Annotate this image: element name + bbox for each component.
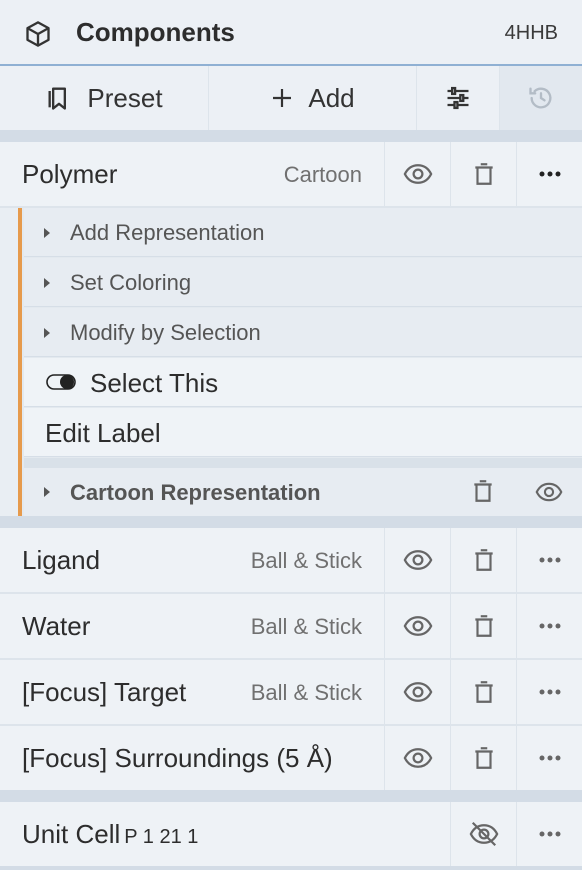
more-icon [539, 689, 560, 695]
sliders-icon [447, 86, 469, 110]
add-button[interactable]: Add [209, 66, 417, 130]
more-icon [539, 171, 560, 177]
eye-icon[interactable] [532, 478, 566, 506]
history-icon [529, 87, 552, 109]
component-representation: Cartoon [283, 162, 362, 187]
more-options-button[interactable] [516, 802, 582, 866]
components-panel: Components 4HHB Preset Add Polymer Carto… [0, 0, 582, 870]
unit-cell-label: Unit Cell [22, 819, 121, 849]
plus-icon [273, 89, 292, 107]
trash-icon [474, 549, 493, 571]
section-gap [0, 130, 582, 142]
set-coloring-item[interactable]: Set Coloring [24, 258, 582, 307]
component-row-unit-cell[interactable]: Unit Cell P 1 21 1 [0, 802, 582, 866]
submenu-label: Add Representation [70, 220, 265, 245]
more-options-button[interactable] [516, 142, 582, 206]
components-toolbar: Preset Add [0, 66, 582, 130]
more-icon [539, 623, 560, 629]
eye-icon [403, 550, 432, 570]
component-row-ligand[interactable]: Ligand Ball & Stick [0, 528, 582, 592]
components-header[interactable]: Components 4HHB [0, 0, 582, 66]
representation-label: Cartoon Representation [70, 480, 321, 505]
panel-bottom-edge [0, 866, 582, 870]
add-representation-item[interactable]: Add Representation [24, 208, 582, 257]
trash-icon [474, 163, 493, 185]
modify-by-selection-item[interactable]: Modify by Selection [24, 308, 582, 357]
toggle-icon [46, 374, 76, 390]
more-icon [539, 831, 560, 837]
visibility-toggle-button[interactable] [384, 726, 450, 790]
caret-right-icon [44, 278, 50, 288]
space-group: P 1 21 1 [124, 826, 199, 848]
more-options-button[interactable] [516, 660, 582, 724]
delete-button[interactable] [450, 726, 516, 790]
component-representation: Ball & Stick [250, 548, 362, 573]
eye-icon [403, 164, 432, 184]
select-this-label: Select This [90, 368, 219, 398]
delete-button[interactable] [450, 528, 516, 592]
component-name: [Focus] Surroundings (5 Å) [22, 743, 333, 773]
visibility-toggle-button[interactable] [384, 660, 450, 724]
section-gap [0, 790, 582, 802]
section-gap [0, 516, 582, 528]
more-icon [539, 755, 560, 761]
more-options-button[interactable] [516, 726, 582, 790]
preset-button[interactable]: Preset [0, 66, 209, 130]
cube-icon [26, 21, 50, 47]
caret-right-icon [44, 328, 50, 338]
history-button[interactable] [500, 66, 582, 130]
eye-icon [403, 616, 432, 636]
caret-right-icon [44, 228, 50, 238]
select-this-button[interactable]: Select This [24, 358, 582, 407]
expanded-accent-bar [18, 208, 22, 516]
options-button[interactable] [417, 66, 500, 130]
eye-icon [403, 748, 432, 768]
caret-right-icon [44, 487, 50, 497]
delete-button[interactable] [450, 660, 516, 724]
trash-icon [474, 615, 493, 637]
component-row-polymer[interactable]: Polymer Cartoon [0, 142, 582, 206]
component-name: Water [22, 611, 91, 641]
add-label: Add [308, 82, 355, 113]
eye-icon [403, 682, 432, 702]
component-row-focus-target[interactable]: [Focus] Target Ball & Stick [0, 660, 582, 724]
component-representation: Ball & Stick [250, 614, 362, 639]
edit-label-button[interactable]: Edit Label [24, 408, 582, 457]
eye-off-icon [469, 821, 498, 847]
cartoon-representation-item[interactable]: Cartoon Representation [24, 468, 582, 516]
delete-button[interactable] [450, 142, 516, 206]
more-options-button[interactable] [516, 528, 582, 592]
representation-gap [24, 458, 582, 468]
structure-id: 4HHB [504, 22, 558, 44]
preset-label: Preset [87, 82, 163, 113]
component-name: Polymer [22, 159, 118, 189]
more-options-button[interactable] [516, 594, 582, 658]
component-name: [Focus] Target [22, 677, 187, 707]
visibility-toggle-button[interactable] [384, 142, 450, 206]
component-row-focus-surroundings[interactable]: [Focus] Surroundings (5 Å) [0, 726, 582, 790]
visibility-toggle-button[interactable] [384, 528, 450, 592]
visibility-toggle-button[interactable] [450, 802, 516, 866]
trash-icon [474, 681, 493, 703]
panel-title: Components [76, 17, 235, 47]
delete-button[interactable] [450, 594, 516, 658]
component-row-water[interactable]: Water Ball & Stick [0, 594, 582, 658]
edit-label-label: Edit Label [45, 418, 161, 448]
bookmark-icon [48, 87, 67, 110]
more-icon [539, 557, 560, 563]
trash-icon [474, 747, 493, 769]
unit-cell-name: Unit Cell P 1 21 1 [22, 819, 198, 850]
component-representation: Ball & Stick [250, 680, 362, 705]
trash-icon[interactable] [470, 478, 496, 504]
submenu-label: Set Coloring [70, 270, 192, 295]
visibility-toggle-button[interactable] [384, 594, 450, 658]
component-name: Ligand [22, 545, 101, 575]
submenu-label: Modify by Selection [70, 320, 261, 345]
